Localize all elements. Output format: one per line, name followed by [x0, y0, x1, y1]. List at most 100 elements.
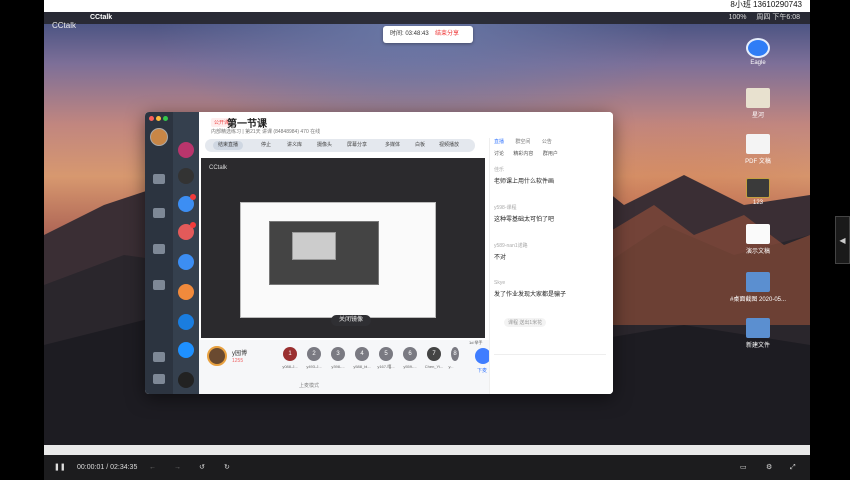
nested-screen-inner	[269, 221, 379, 285]
nested-screen	[240, 202, 436, 318]
close-window-dot[interactable]	[149, 116, 154, 121]
mic-seat[interactable]: 6	[403, 347, 417, 361]
toolbar-whiteboard[interactable]: 白板	[415, 139, 425, 152]
recording-time: 时间: 03:48:43	[390, 31, 429, 37]
chat-icon[interactable]	[153, 208, 165, 218]
live-toolbar: 结束直播 停止 讲义库 摄像头 屏幕分享 多媒体 白板 视频播放	[205, 139, 475, 152]
subtab-members[interactable]: 群用户	[543, 151, 558, 157]
forward-icon[interactable]: ↻	[224, 455, 230, 480]
mic-seat[interactable]: 3	[331, 347, 345, 361]
group-avatar[interactable]	[178, 342, 194, 358]
playback-progress[interactable]	[44, 445, 810, 455]
chat-message: y589-nan1诺路 不对	[494, 243, 528, 261]
end-live-button[interactable]: 结束直播	[213, 141, 244, 150]
desktop-app-label: CCtalk	[52, 21, 77, 30]
desktop-icon-folder[interactable]: 星河	[726, 88, 790, 119]
settings-icon[interactable]: ⚙	[766, 455, 772, 480]
group-avatar[interactable]	[178, 372, 194, 388]
subtab-discussion[interactable]: 讨论	[494, 151, 504, 157]
leave-mic-button[interactable]: 下麦	[477, 367, 487, 374]
player-controls: ❚❚ 00:00:01 / 02:34:35 ← → ↺ ↻ ▭ ⚙ ⤢	[44, 455, 810, 480]
chat-panel: 直播 群空间 公告 讨论 精彩内容 群用户 佳乐 老师课上用什么软件画 y598…	[489, 138, 613, 394]
toolbar-handouts[interactable]: 讲义库	[287, 139, 302, 152]
app-rail	[145, 112, 173, 394]
mic-mode-label: 上麦模式	[299, 383, 320, 389]
shared-screen-label: CCtalk	[209, 165, 228, 171]
subtab-highlights[interactable]: 精彩内容	[513, 151, 533, 157]
group-avatar[interactable]	[178, 142, 194, 158]
group-avatar[interactable]	[178, 314, 194, 330]
pause-icon[interactable]: ❚❚	[54, 455, 66, 480]
mic-seat[interactable]: 2	[307, 347, 321, 361]
chat-subtabs: 讨论 精彩内容 群用户	[494, 150, 558, 157]
collapse-sidebar-icon[interactable]: ◀	[835, 216, 850, 264]
chat-tabs: 直播 群空间 公告	[494, 138, 562, 145]
toolbar-video[interactable]: 视频播放	[439, 139, 459, 152]
list-icon[interactable]	[153, 352, 165, 362]
toolbar-camera[interactable]: 摄像头	[317, 139, 332, 152]
gift-notice: 课程 送出1米花	[504, 318, 547, 327]
recording-pill: 时间: 03:48:43 结束分享	[383, 26, 473, 43]
contacts-icon[interactable]	[153, 280, 165, 290]
desktop-icon-123[interactable]: 123	[726, 178, 790, 206]
nested-screen-deep	[292, 232, 336, 260]
desktop-icon-presentation[interactable]: 演示文稿	[726, 224, 790, 255]
toolbar-media[interactable]: 多媒体	[385, 139, 400, 152]
tab-live[interactable]: 直播	[494, 139, 504, 145]
folder-icon	[746, 318, 770, 338]
unread-badge	[190, 222, 196, 228]
minimize-window-dot[interactable]	[156, 116, 161, 121]
close-mirror-button[interactable]: 关闭镜像	[331, 315, 372, 326]
user-avatar[interactable]	[150, 128, 168, 146]
cctalk-window: 公开课 第一节课 内部精选练习 | 第21天 讲课 (84848984) 470…	[145, 112, 613, 394]
image-file-icon	[746, 178, 770, 198]
tab-announcement[interactable]: 公告	[542, 139, 552, 145]
mic-seat[interactable]: 5	[379, 347, 393, 361]
group-list	[173, 112, 199, 394]
battery-level: 100%	[728, 14, 747, 21]
settings-icon[interactable]	[153, 374, 165, 384]
toolbar-screen-share[interactable]: 屏幕分享	[347, 139, 367, 152]
group-avatar[interactable]	[178, 168, 194, 184]
desktop-icon-new-folder[interactable]: 新建文件	[726, 318, 790, 349]
rewind-icon[interactable]: ↺	[199, 455, 205, 480]
mic-seat[interactable]: 7	[427, 347, 441, 361]
chat-message: 佳乐 老师课上用什么软件画	[494, 167, 555, 185]
mic-seats-bar: y园博 1255 1 y088-J... 2 y493-J... 3 y398-…	[199, 340, 499, 394]
menubar-app-name[interactable]: CCtalk	[90, 12, 112, 24]
unread-badge	[190, 194, 196, 200]
group-avatar[interactable]	[178, 254, 194, 270]
playback-time: 00:00:01 / 02:34:35	[77, 464, 138, 471]
mic-seat[interactable]: 4	[355, 347, 369, 361]
mic-seat-name: y...	[448, 364, 454, 369]
image-file-icon	[746, 88, 770, 108]
next-icon[interactable]: →	[174, 455, 181, 480]
host-avatar[interactable]	[207, 346, 227, 366]
document-icon	[746, 224, 770, 244]
chat-message: Skye 发了作业发现大家都是骗子	[494, 280, 567, 298]
prev-icon[interactable]: ←	[149, 455, 156, 480]
chat-message: y598-课程 这种零基础太可怕了吧	[494, 205, 555, 223]
folder-icon	[746, 272, 770, 292]
calendar-icon[interactable]	[153, 244, 165, 254]
fullscreen-icon[interactable]: ⤢	[790, 455, 796, 480]
toolbar-stop[interactable]: 停止	[261, 139, 271, 152]
pdf-file-icon	[746, 134, 770, 154]
eagle-icon	[746, 38, 770, 58]
host-flowers: 1255	[232, 358, 244, 364]
mic-seat[interactable]: 1	[283, 347, 297, 361]
host-name: y园博	[232, 351, 248, 357]
mac-menubar: CCtalk 100% 周四 下午6:08	[44, 12, 810, 24]
desktop-icon-pdf[interactable]: PDF 文稿	[726, 134, 790, 165]
mic-seat[interactable]: 8	[451, 347, 459, 361]
zoom-window-dot[interactable]	[163, 116, 168, 121]
subtitle-icon[interactable]: ▭	[740, 455, 747, 480]
group-avatar[interactable]	[178, 284, 194, 300]
menubar-clock[interactable]: 周四 下午6:08	[756, 14, 800, 21]
leaf-icon[interactable]	[153, 174, 165, 184]
desktop-icon-screenshot[interactable]: #桌面截图 2020-05...	[726, 272, 790, 303]
tab-group-space[interactable]: 群空间	[515, 139, 530, 145]
stop-share-button[interactable]: 结束分享	[435, 26, 459, 43]
desktop-icon-eagle[interactable]: Eagle	[726, 38, 790, 66]
chat-input-toolbar[interactable]	[494, 354, 606, 368]
